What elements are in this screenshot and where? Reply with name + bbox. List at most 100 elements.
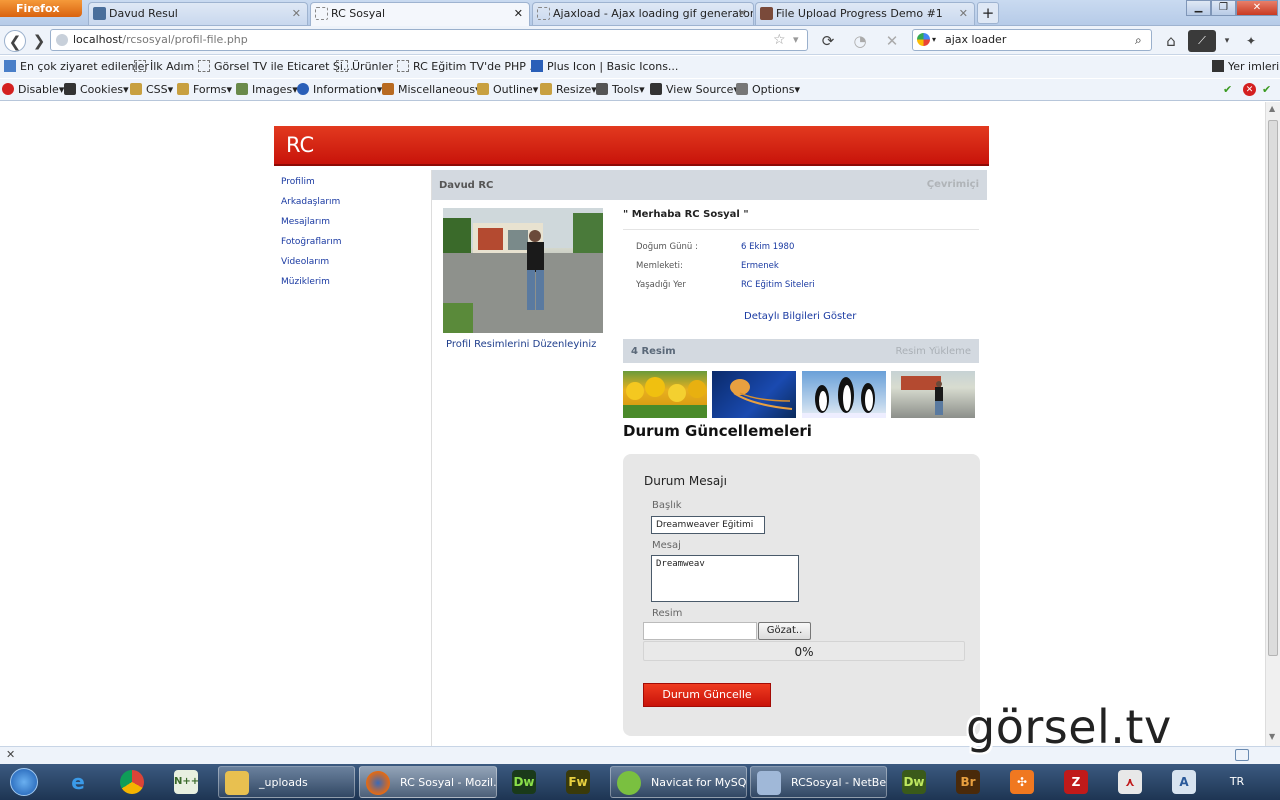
rss-icon[interactable]: ◔ [849, 30, 871, 52]
taskbar-uploads-folder[interactable]: _uploads [218, 766, 355, 798]
dev-view-source[interactable]: View Source▾ [650, 83, 739, 97]
forward-button[interactable]: ❯ [28, 30, 50, 52]
dev-disable[interactable]: Disable▾ [2, 83, 64, 97]
bookmark-plus-icon[interactable]: Plus Icon | Basic Icons... [531, 60, 678, 74]
reload-icon[interactable]: ⟳ [817, 30, 839, 52]
back-button[interactable]: ❮ [4, 30, 26, 52]
message-textarea[interactable]: Dreamweav [651, 555, 799, 602]
addon-icon[interactable]: ⟋ [1188, 30, 1216, 52]
info-value-birthday: 6 Ekim 1980 [741, 242, 795, 252]
dropdown-icon[interactable]: ▾ [793, 30, 799, 50]
photo-thumbnail-jellyfish[interactable] [712, 371, 796, 418]
minimize-button[interactable]: ▁ [1186, 0, 1211, 16]
taskbar-firefox[interactable]: RC Sosyal - Mozil... [359, 766, 497, 798]
taskbar-fireworks[interactable]: Fw [560, 766, 600, 798]
error-icon[interactable]: ✕ [1243, 83, 1256, 96]
tab-ajaxload[interactable]: Ajaxload - Ajax loading gif generator ✕ [532, 2, 754, 25]
search-input[interactable]: ▾ ajax loader ⌕ [912, 29, 1152, 51]
dev-miscellaneous[interactable]: Miscellaneous▾ [382, 83, 481, 97]
vk-icon [93, 7, 106, 20]
dev-css[interactable]: CSS▾ [130, 83, 173, 97]
upload-pictures-link[interactable]: Resim Yükleme [896, 346, 971, 357]
taskbar-app[interactable]: A [1166, 766, 1206, 798]
dropdown-icon[interactable]: ▾ [1216, 30, 1238, 52]
taskbar-acrobat[interactable]: ⋏ [1112, 766, 1152, 798]
dev-options[interactable]: Options▾ [736, 83, 800, 97]
nav-profilim[interactable]: Profilim [281, 176, 421, 196]
checkmark-icon[interactable]: ✔ [1223, 83, 1232, 97]
close-addon-bar-icon[interactable]: ✕ [6, 748, 15, 761]
home-icon[interactable]: ⌂ [1160, 30, 1182, 52]
profile-photo[interactable] [443, 208, 603, 333]
tulips-graphic [623, 377, 707, 418]
taskbar-notepad[interactable]: N++ [168, 766, 208, 798]
dev-cookies[interactable]: Cookies▾ [64, 83, 129, 97]
edit-profile-photos-link[interactable]: Profil Resimlerini Düzenleyiniz [446, 339, 596, 350]
photo-thumbnail-tulips[interactable] [623, 371, 707, 418]
nav-videolarim[interactable]: Videolarım [281, 256, 421, 276]
resize-icon [540, 83, 552, 95]
tab-rc-sosyal[interactable]: RC Sosyal ✕ [310, 2, 530, 26]
bookmark-star-icon[interactable]: ☆ [773, 30, 786, 50]
language-indicator[interactable]: TR [1222, 766, 1252, 798]
url-bar[interactable]: localhost/rcsosyal/profil-file.php ☆ ▾ [50, 29, 808, 51]
close-tab-icon[interactable]: ✕ [514, 3, 523, 24]
taskbar-dreamweaver[interactable]: Dw [506, 766, 546, 798]
taskbar-navicat[interactable]: Navicat for MySQL [610, 766, 747, 798]
dev-forms[interactable]: Forms▾ [177, 83, 232, 97]
show-details-link[interactable]: Detaylı Bilgileri Göster [744, 311, 856, 322]
close-tab-icon[interactable]: ✕ [292, 3, 301, 24]
taskbar-label: RC Sosyal - Mozil... [400, 776, 497, 789]
nav-arkadaslarim[interactable]: Arkadaşlarım [281, 196, 421, 216]
firefox-menu-button[interactable]: Firefox [0, 0, 82, 17]
browse-button[interactable]: Gözat.. [758, 622, 811, 640]
bookmark-gorsel-tv[interactable]: Görsel TV ile Eticaret Si... [198, 60, 353, 74]
tab-davud-resul[interactable]: Davud Resul ✕ [88, 2, 308, 25]
close-window-button[interactable]: ✕ [1236, 0, 1278, 16]
checkmark-icon[interactable]: ✔ [1262, 83, 1271, 97]
taskbar-filezilla[interactable]: Z [1058, 766, 1098, 798]
update-status-button[interactable]: Durum Güncelle [643, 683, 771, 707]
dev-images[interactable]: Images▾ [236, 83, 298, 97]
bookmark-most-visited[interactable]: En çok ziyaret edilenler [4, 60, 149, 74]
dev-resize[interactable]: Resize▾ [540, 83, 597, 97]
bookmark-urunler[interactable]: Ürünler [336, 60, 393, 74]
taskbar-chrome[interactable] [114, 766, 154, 798]
addon-bar-icon[interactable] [1235, 749, 1249, 761]
dev-information[interactable]: Information▾ [297, 83, 382, 97]
maximize-button[interactable]: ❐ [1211, 0, 1236, 16]
taskbar-netbeans[interactable]: RCSosyal - NetBe... [750, 766, 887, 798]
puzzle-icon[interactable]: ✦ [1240, 30, 1262, 52]
dropdown-icon[interactable]: ▾ [932, 30, 936, 50]
dev-tools[interactable]: Tools▾ [596, 83, 645, 97]
file-input[interactable] [643, 622, 757, 640]
taskbar-dreamweaver-2[interactable]: Dw [896, 766, 936, 798]
stop-icon[interactable]: ✕ [881, 30, 903, 52]
new-tab-button[interactable]: + [977, 2, 999, 24]
bookmarks-menu[interactable]: Yer imleri [1212, 60, 1279, 74]
scrollbar-thumb[interactable] [1268, 120, 1278, 656]
scroll-up-icon[interactable]: ▲ [1269, 104, 1275, 113]
scroll-down-icon[interactable]: ▼ [1269, 732, 1275, 741]
taskbar-bridge[interactable]: Br [950, 766, 990, 798]
navigation-bar: ❮ ❯ localhost/rcsosyal/profil-file.php ☆… [0, 26, 1280, 55]
nav-muziklerim[interactable]: Müziklerim [281, 276, 421, 296]
bookmark-ilk-adim[interactable]: İlk Adım [134, 60, 194, 74]
bookmark-rc-egitim[interactable]: RC Eğitim TV'de PHP ... [397, 60, 540, 74]
start-button[interactable] [4, 766, 44, 798]
close-tab-icon[interactable]: ✕ [738, 3, 747, 24]
title-input[interactable]: Dreamweaver Eğitimi [651, 516, 765, 534]
site-logo[interactable]: RC [286, 133, 314, 157]
search-icon[interactable]: ⌕ [1135, 30, 1142, 50]
photo-thumbnail-penguins[interactable] [802, 371, 886, 418]
dev-outline[interactable]: Outline▾ [477, 83, 538, 97]
dev-label: Forms [193, 83, 227, 96]
nav-fotograflarim[interactable]: Fotoğraflarım [281, 236, 421, 256]
photo-thumbnail-profile[interactable] [891, 371, 975, 418]
taskbar-ie[interactable]: e [60, 766, 100, 798]
tab-file-upload-demo[interactable]: File Upload Progress Demo #1 ✕ [755, 2, 975, 25]
close-tab-icon[interactable]: ✕ [959, 3, 968, 24]
nav-mesajlarim[interactable]: Mesajlarım [281, 216, 421, 236]
vertical-scrollbar[interactable]: ▲ ▼ [1265, 102, 1280, 746]
taskbar-xampp[interactable]: ✣ [1004, 766, 1044, 798]
